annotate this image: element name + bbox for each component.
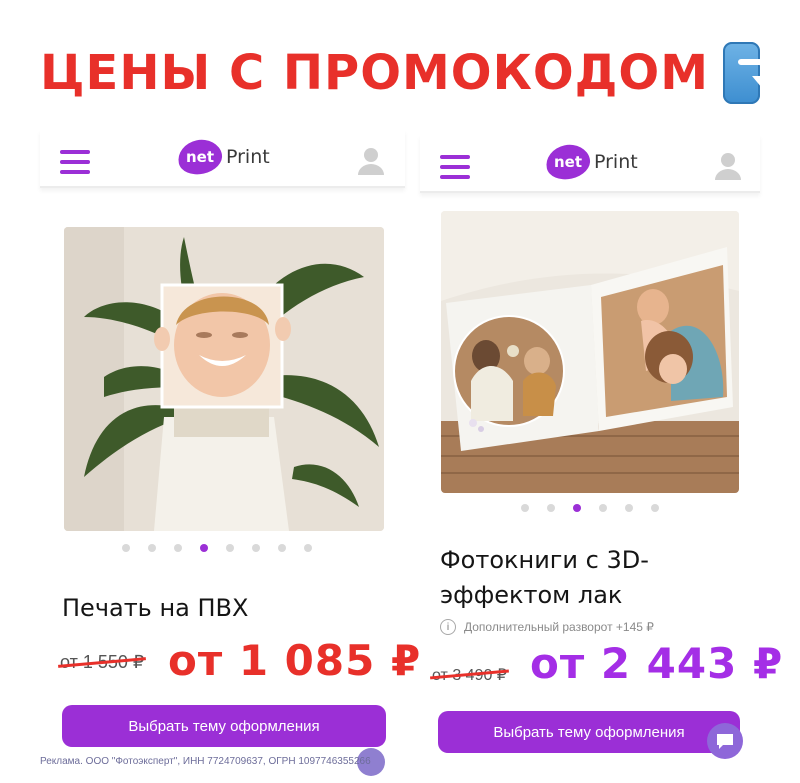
carousel-dot[interactable] [226,544,234,552]
promo-headline: ЦЕНЫ С ПРОМОКОДОМ [40,40,772,106]
carousel-dot[interactable] [599,504,607,512]
carousel-dot[interactable] [625,504,633,512]
ad-disclaimer: Реклама. ООО "Фотоэксперт", ИНН 77247096… [40,756,371,767]
product-photo-child[interactable] [64,227,384,531]
carousel-dot[interactable] [122,544,130,552]
carousel-dot[interactable] [521,504,529,512]
chat-bubble-icon[interactable] [707,723,743,759]
carousel-dot[interactable] [304,544,312,552]
headline-text: ЦЕНЫ С ПРОМОКОДОМ [40,45,709,101]
old-price: от 1 550 ₽ [58,652,147,673]
carousel-dot[interactable] [174,544,182,552]
carousel-dot[interactable] [252,544,260,552]
old-price: от 3 490 ₽ [430,665,509,685]
extra-spread-text: Дополнительный разворот +145 ₽ [464,620,654,634]
product-title: Печать на ПВХ [62,594,249,622]
carousel-dot[interactable] [547,504,555,512]
logo-word: Print [226,146,270,168]
carousel-dot[interactable] [148,544,156,552]
promo-price: от 2 443 ₽ [530,639,784,688]
carousel-dot[interactable] [278,544,286,552]
hamburger-menu-icon[interactable] [440,155,470,179]
product-photo-photobook[interactable] [441,211,739,493]
carousel-dots[interactable] [521,504,659,512]
product-title-line1: Фотокниги с 3D- [440,546,649,574]
product-card-pvc: net Print Печать на ПВХ от 1 085 ₽ Выбра… [40,130,420,770]
netprint-logo[interactable]: net Print [542,140,638,184]
product-title: Фотокниги с 3D- эффектом лак [440,543,649,613]
carousel-dot-active[interactable] [573,504,581,512]
extra-spread-note: i Дополнительный разворот +145 ₽ [440,619,654,635]
top-nav: net Print [40,130,405,188]
arrow-turn-down-icon [722,42,772,104]
netprint-logo[interactable]: net Print [174,135,270,179]
logo-word: Print [594,151,638,173]
user-account-icon[interactable] [357,146,385,176]
logo-badge: net [174,135,226,179]
choose-theme-button[interactable]: Выбрать тему оформления [438,711,740,753]
user-account-icon[interactable] [714,151,742,181]
info-icon[interactable]: i [440,619,456,635]
product-card-photobook: net Print Фотокниги с 3D- эффектом лак i… [420,135,782,775]
carousel-dot-active[interactable] [200,544,208,552]
logo-badge: net [542,140,594,184]
carousel-dot[interactable] [651,504,659,512]
choose-theme-button[interactable]: Выбрать тему оформления [62,705,386,747]
hamburger-menu-icon[interactable] [60,150,90,174]
top-nav: net Print [420,135,760,193]
carousel-dots[interactable] [122,544,312,552]
product-title-line2: эффектом лак [440,581,623,609]
promo-price: от 1 085 ₽ [168,636,422,685]
